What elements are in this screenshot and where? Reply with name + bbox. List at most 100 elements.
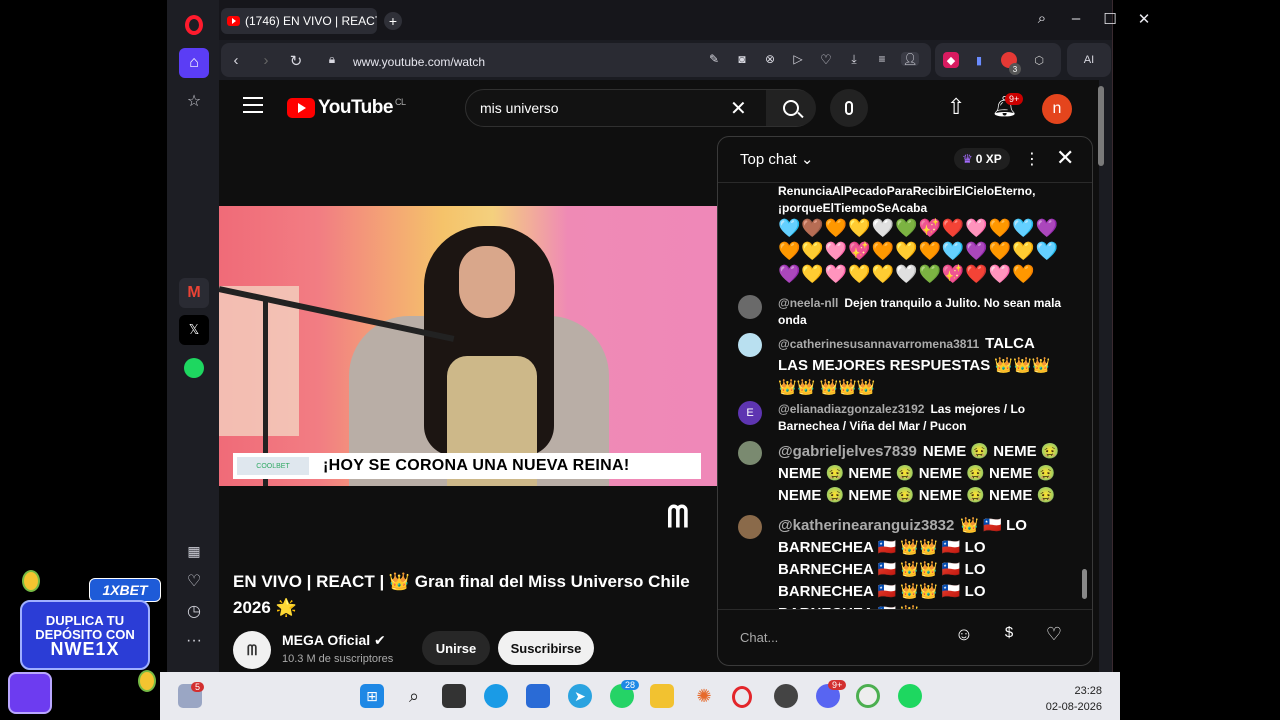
emoji-icon[interactable]: ☺ [952, 624, 976, 648]
profile-icon[interactable]: 👤︎ [901, 52, 919, 66]
chat-input[interactable]: Chat... [740, 630, 778, 645]
edge-icon[interactable] [484, 684, 508, 708]
chat-author-avatar[interactable] [738, 295, 762, 319]
maximize-button[interactable]: ☐ [1099, 10, 1121, 28]
url-text[interactable]: www.youtube.com/watch [353, 55, 485, 69]
chat-author-avatar[interactable] [738, 515, 762, 539]
notifications-badge: 9+ [1005, 93, 1024, 105]
chat-author-avatar[interactable] [738, 441, 762, 465]
close-window-button[interactable]: ✕ [1133, 10, 1155, 28]
spotify-icon[interactable] [179, 353, 209, 383]
search-button[interactable] [766, 90, 816, 126]
browser-window: ⌂ ☆ M 𝕏 ▦ ♡ ◷ ··· (1746) EN VIVO | REACT… [167, 0, 1150, 672]
opera-taskbar-icon[interactable] [732, 686, 752, 708]
search-tabs-icon[interactable]: ⌕ [1031, 10, 1053, 27]
address-bar[interactable]: ‹ › ↻ 🔒︎ www.youtube.com/watch ✎ ◙ ⊗ ▷ ♡… [221, 43, 931, 77]
history-icon[interactable]: ◷ [179, 596, 209, 626]
x-icon[interactable]: 𝕏 [179, 315, 209, 345]
search-icon[interactable]: ⌕ [402, 684, 426, 708]
mega-watermark-icon: ᗰ [667, 501, 689, 534]
channel-name[interactable]: MEGA Oficial ✔ [282, 632, 386, 649]
chat-message-text: @gabrieljelves7839 NEME 🤢 NEME 🤢 NEME 🤢 N… [778, 441, 1068, 507]
search-box[interactable]: mis universo ✕ [465, 89, 816, 127]
app-dark-icon[interactable] [774, 684, 798, 708]
video-lower-third: COOLBET ¡HOY SE CORONA UNA NUEVA REINA! [233, 453, 701, 479]
edit-icon[interactable]: ✎ [705, 52, 723, 66]
task-view-icon[interactable] [442, 684, 466, 708]
youtube-logo[interactable]: YouTube CL [287, 97, 406, 119]
chat-author-avatar[interactable] [738, 333, 762, 357]
chat-author[interactable]: @katherinearanguiz3832 [778, 517, 954, 534]
youtube-header: YouTube CL mis universo ✕ ⇧ 🔔︎ 9+ n [219, 80, 1099, 136]
video-person-face [459, 246, 515, 318]
forward-icon[interactable]: › [257, 52, 275, 69]
more-icon[interactable]: ··· [179, 626, 209, 656]
subscribe-button[interactable]: Suscribirse [498, 631, 594, 665]
youtube-logo-text: YouTube [318, 97, 393, 118]
message-body: RenunciaAlPecadoParaRecibirElCieloEterno… [778, 184, 1036, 215]
telegram-icon[interactable]: ➤ [568, 684, 592, 708]
camera-icon[interactable]: ◙ [733, 52, 751, 66]
system-clock[interactable]: 23:28 02-08-2026 [1046, 683, 1102, 715]
minimize-button[interactable]: – [1065, 10, 1087, 27]
super-chat-icon[interactable]: $ [997, 624, 1021, 648]
store-icon[interactable] [526, 684, 550, 708]
adblock-icon[interactable]: ⊗ [761, 52, 779, 66]
chat-close-icon[interactable]: ✕ [1056, 145, 1074, 171]
search-input[interactable]: mis universo [480, 100, 559, 116]
chrome-icon[interactable] [856, 684, 880, 708]
live-chat-panel: Top chat ⌄ ♛ 0 XP ⋮ ✕ RenunciaAlPecadoPar… [717, 136, 1093, 666]
join-button[interactable]: Unirse [422, 631, 490, 665]
windows-taskbar: 5 ⊞ ⌕ ➤ 28 ✺ 9+ 23:28 02-08-2026 [160, 672, 1120, 720]
account-avatar[interactable]: n [1042, 94, 1072, 124]
chat-author-avatar[interactable]: E [738, 401, 762, 425]
download-icon[interactable]: ⤓ [845, 52, 863, 67]
screen: ⌂ ☆ M 𝕏 ▦ ♡ ◷ ··· (1746) EN VIVO | REACT… [0, 0, 1280, 720]
upload-icon[interactable]: ⇧ [947, 94, 965, 120]
chat-author[interactable]: @elianadiazgonzalez3192 [778, 402, 924, 416]
chat-author[interactable]: @neela-nll [778, 296, 838, 310]
chat-scrollbar[interactable] [1082, 569, 1087, 599]
chat-more-icon[interactable]: ⋮ [1024, 149, 1040, 169]
promo-ad[interactable]: 1XBET DUPLICA TU DEPÓSITO CON NWE1X [0, 570, 170, 720]
extensions-cube-icon[interactable]: ⬡ [1031, 52, 1047, 68]
windows-start-icon[interactable]: ⊞ [360, 684, 384, 708]
tab-youtube[interactable]: (1746) EN VIVO | REACT | 1 [221, 8, 377, 34]
spotify-taskbar-icon[interactable] [898, 684, 922, 708]
youtube-page: YouTube CL mis universo ✕ ⇧ 🔔︎ 9+ n COOL… [219, 80, 1099, 672]
extension-badge: 3 [1009, 63, 1021, 75]
opera-logo-icon[interactable] [181, 12, 207, 38]
heart-icon[interactable]: ♡ [179, 566, 209, 596]
speed-dial-icon[interactable]: ☆ [179, 86, 209, 116]
back-icon[interactable]: ‹ [227, 52, 245, 69]
video-player[interactable]: COOLBET ¡HOY SE CORONA UNA NUEVA REINA! [219, 206, 717, 486]
chat-message-text: RenunciaAlPecadoParaRecibirElCieloEterno… [778, 183, 1068, 286]
top-chat-dropdown[interactable]: Top chat ⌄ [740, 150, 813, 168]
page-scrollbar[interactable] [1098, 86, 1104, 166]
workspaces-icon[interactable]: ▦ [179, 536, 209, 566]
voice-search-button[interactable] [830, 89, 868, 127]
country-code: CL [394, 97, 406, 107]
gmail-icon[interactable]: M [179, 278, 209, 308]
bookmark-heart-icon[interactable]: ♡ [817, 52, 835, 68]
xp-badge[interactable]: ♛ 0 XP [954, 148, 1010, 170]
chat-author[interactable]: @gabrieljelves7839 [778, 443, 917, 460]
heart-reaction-icon[interactable]: ♡ [1042, 624, 1066, 648]
app-star-icon[interactable]: ✺ [692, 684, 716, 708]
channel-avatar[interactable]: ᗰ [233, 631, 271, 669]
new-tab-button[interactable]: + [384, 12, 402, 30]
file-explorer-icon[interactable] [650, 684, 674, 708]
chat-author[interactable]: @catherinesusannavarromena3811 [778, 337, 979, 351]
guide-menu-icon[interactable] [243, 97, 263, 113]
send-icon[interactable]: ▷ [789, 52, 807, 66]
tab-title: (1746) EN VIVO | REACT | [245, 14, 377, 28]
ublock-extension-icon[interactable]: ◆ [943, 52, 959, 68]
menu-list-icon[interactable]: ≡ [873, 52, 891, 66]
home-icon[interactable]: ⌂ [179, 48, 209, 78]
ad-banner[interactable]: DUPLICA TU DEPÓSITO CON NWE1X [20, 600, 150, 670]
stats-extension-icon[interactable]: ▮ [971, 52, 987, 68]
clear-search-icon[interactable]: ✕ [730, 96, 747, 121]
reload-icon[interactable]: ↻ [287, 52, 305, 70]
video-title: EN VIVO | REACT | 👑 Gran final del Miss … [233, 572, 690, 617]
ai-button[interactable]: AI [1067, 43, 1111, 77]
